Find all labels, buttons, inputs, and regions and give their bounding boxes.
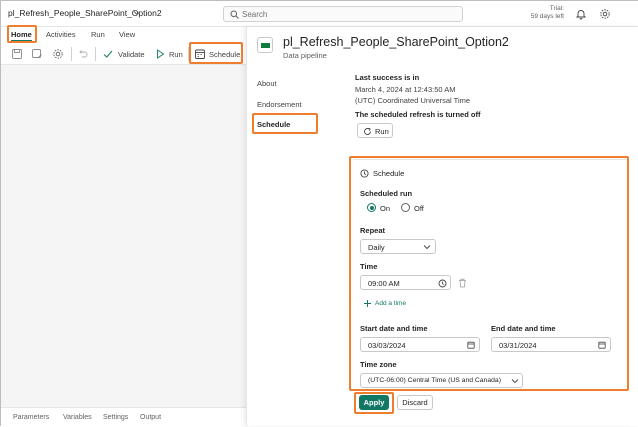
calendar-icon — [598, 341, 606, 349]
add-time-label: Add a time — [375, 300, 407, 307]
schedule-heading: Schedule — [373, 169, 405, 178]
schedule-section: Schedule Scheduled run On Off Repeat Dai… — [353, 159, 629, 391]
tab-activities[interactable]: Activities — [46, 30, 76, 39]
toolbar-divider — [188, 47, 189, 61]
tab-output[interactable]: Output — [140, 414, 161, 421]
time-zone-label: Time zone — [360, 360, 397, 369]
plus-icon — [364, 300, 371, 307]
chevron-down-icon — [511, 379, 519, 384]
scheduled-run-label: Scheduled run — [360, 189, 413, 198]
save-as-icon[interactable] — [31, 48, 43, 60]
time-label: Time — [360, 262, 378, 271]
start-date-value: 03/03/2024 — [368, 341, 406, 350]
trial-days: 59 days left — [530, 13, 564, 20]
undo-icon[interactable] — [77, 48, 89, 60]
settings-icon[interactable] — [52, 48, 64, 60]
app-window: pl_Refresh_People_SharePoint_Option2 Sea… — [0, 0, 638, 427]
checkmark-icon[interactable] — [102, 48, 114, 60]
time-picker[interactable]: 09:00 AM — [360, 275, 451, 290]
run-button[interactable]: Run — [169, 50, 183, 59]
settings-panel: pl_Refresh_People_SharePoint_Option2 Dat… — [246, 27, 638, 426]
start-date-picker[interactable]: 03/03/2024 — [360, 337, 480, 352]
refresh-icon — [364, 127, 371, 135]
tab-home[interactable]: Home — [11, 30, 32, 42]
panel-run-label: Run — [375, 127, 389, 136]
toolbar-divider — [95, 47, 96, 61]
nav-about[interactable]: About — [257, 79, 277, 88]
refresh-status: The scheduled refresh is turned off — [355, 110, 481, 119]
panel-title: pl_Refresh_People_SharePoint_Option2 — [283, 35, 509, 49]
chevron-down-icon — [423, 245, 431, 250]
bell-icon[interactable] — [575, 8, 587, 20]
top-bar: pl_Refresh_People_SharePoint_Option2 Sea… — [1, 1, 638, 27]
nav-endorsement[interactable]: Endorsement — [257, 100, 302, 109]
time-zone-dropdown[interactable]: (UTC-06:00) Central Time (US and Canada) — [360, 373, 523, 388]
end-date-value: 03/31/2024 — [499, 341, 537, 350]
last-success-date: March 4, 2024 at 12:43:50 AM — [355, 85, 456, 94]
tab-parameters[interactable]: Parameters — [13, 414, 49, 421]
clock-icon — [438, 279, 447, 288]
time-value: 09:00 AM — [368, 279, 400, 288]
repeat-value: Daily — [368, 243, 385, 252]
save-icon[interactable] — [11, 48, 23, 60]
trial-status: Trial: 59 days left — [531, 5, 564, 21]
bottom-tabs: Parameters Variables Settings Output — [1, 407, 246, 427]
calendar-icon[interactable] — [194, 48, 206, 60]
search-placeholder: Search — [242, 10, 268, 19]
data-pipeline-icon — [257, 37, 273, 53]
validate-button[interactable]: Validate — [118, 50, 145, 59]
ribbon-tabs: Home Activities Run View — [1, 27, 246, 43]
radio-off[interactable] — [401, 203, 410, 212]
panel-run-button[interactable]: Run — [357, 123, 393, 138]
time-zone-value: (UTC-06:00) Central Time (US and Canada) — [368, 377, 501, 384]
last-success-heading: Last success is in — [355, 73, 420, 82]
radio-on[interactable] — [367, 203, 376, 212]
radio-off-label[interactable]: Off — [414, 204, 424, 213]
last-success-timezone: (UTC) Coordinated Universal Time — [355, 96, 471, 105]
radio-on-label[interactable]: On — [380, 204, 390, 213]
delete-icon[interactable] — [458, 278, 467, 288]
schedule-button[interactable]: Schedule — [209, 50, 240, 59]
tab-run[interactable]: Run — [91, 30, 105, 39]
panel-subtitle: Data pipeline — [283, 51, 327, 60]
pipeline-canvas[interactable] — [1, 65, 246, 405]
trial-label: Trial: — [549, 5, 564, 12]
chevron-down-icon[interactable] — [133, 9, 141, 17]
play-icon[interactable] — [154, 48, 166, 60]
repeat-label: Repeat — [360, 226, 386, 235]
gear-icon[interactable] — [599, 8, 611, 20]
end-date-label: End date and time — [491, 324, 556, 333]
tab-settings[interactable]: Settings — [103, 414, 128, 421]
tab-view[interactable]: View — [119, 30, 135, 39]
start-date-label: Start date and time — [360, 324, 428, 333]
discard-button[interactable]: Discard — [397, 395, 433, 410]
calendar-icon — [467, 341, 475, 349]
search-icon — [230, 10, 239, 19]
toolbar: Validate Run Schedule — [1, 43, 246, 65]
end-date-picker[interactable]: 03/31/2024 — [491, 337, 611, 352]
search-box[interactable]: Search — [223, 6, 463, 22]
tab-variables[interactable]: Variables — [63, 414, 92, 421]
clock-icon — [360, 169, 369, 178]
repeat-dropdown[interactable]: Daily — [360, 239, 436, 254]
apply-button[interactable]: Apply — [359, 395, 389, 410]
toolbar-divider — [71, 47, 72, 61]
nav-schedule[interactable]: Schedule — [257, 120, 290, 129]
